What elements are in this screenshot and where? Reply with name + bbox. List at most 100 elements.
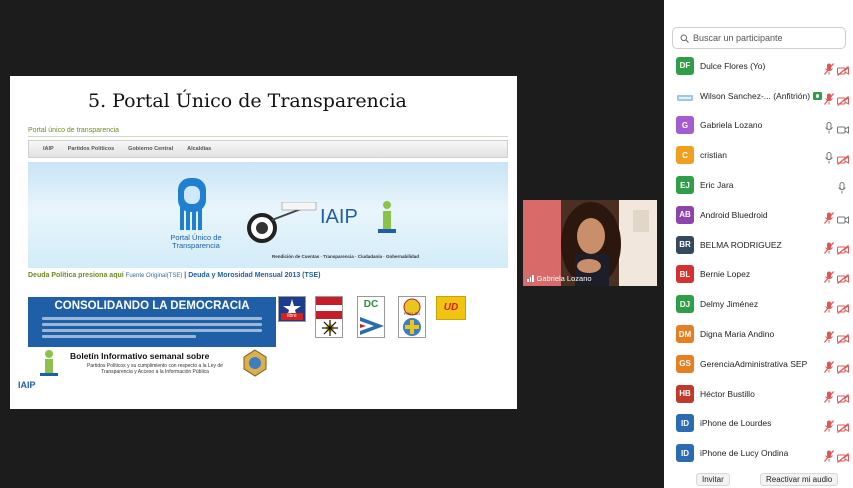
camera-off-icon[interactable] bbox=[837, 240, 849, 255]
participant-row[interactable]: Wilson Sanchez-... (Anfitrión) bbox=[664, 81, 853, 111]
participant-row[interactable]: BL Bernie Lopez bbox=[664, 260, 853, 290]
speaker-name-label: Gabriela Lozano bbox=[527, 274, 592, 283]
participant-avatar: GS bbox=[676, 354, 694, 373]
boletin-block: Boletín Informativo semanal sobre Partid… bbox=[28, 347, 276, 389]
participant-name: Delmy Jiménez bbox=[700, 299, 758, 309]
iaip-small-logo-icon bbox=[40, 350, 58, 376]
camera-off-icon[interactable] bbox=[837, 359, 849, 374]
camera-off-icon[interactable] bbox=[837, 61, 849, 76]
mic-muted-icon[interactable] bbox=[824, 60, 834, 75]
boletin-subtitle: Partidos Políticos y su cumplimiento con… bbox=[87, 363, 223, 375]
mic-muted-icon[interactable] bbox=[824, 388, 834, 403]
deuda-link[interactable]: Deuda Política presiona aquí bbox=[28, 272, 124, 279]
iaip-footer-logo: IAIP bbox=[18, 380, 36, 390]
banner-iaip-text: IAIP bbox=[320, 206, 358, 228]
participant-avatar: BL bbox=[676, 265, 694, 284]
party-logo-ud[interactable]: UD bbox=[436, 296, 466, 320]
participant-avatar: C bbox=[676, 146, 694, 165]
party-logo-liberal[interactable]: libre bbox=[278, 296, 306, 322]
participant-row[interactable]: AB Android Bluedroid bbox=[664, 200, 853, 230]
divider bbox=[28, 136, 508, 137]
participant-name-text: Wilson Sanchez-... (Anfitrión) bbox=[700, 90, 811, 101]
participant-row[interactable]: GS GerenciaAdministrativa SEP bbox=[664, 349, 853, 379]
consolidando-title: CONSOLIDANDO LA DEMOCRACIA bbox=[54, 300, 250, 312]
portal-logo-text: Portal Único de Transparencia bbox=[170, 233, 222, 250]
participant-row[interactable]: DF Dulce Flores (Yo) bbox=[664, 51, 853, 81]
speaker-video-tile[interactable]: Gabriela Lozano bbox=[523, 200, 657, 286]
camera-off-icon[interactable] bbox=[837, 150, 849, 166]
participant-avatar: EJ bbox=[676, 176, 694, 195]
mic-icon[interactable] bbox=[837, 179, 847, 194]
mic-icon[interactable] bbox=[824, 119, 834, 134]
mic-muted-icon[interactable] bbox=[824, 209, 834, 224]
participant-name-text: BELMA RODRIGUEZ bbox=[700, 239, 782, 250]
mic-muted-icon[interactable] bbox=[824, 239, 834, 254]
unmute-button[interactable]: Reactivar mi audio bbox=[760, 472, 839, 486]
party-label-libre: libre bbox=[281, 313, 303, 320]
participant-name-text: Bernie Lopez bbox=[700, 269, 751, 280]
participant-name: Wilson Sanchez-... (Anfitrión) bbox=[700, 90, 823, 101]
portal-logo-icon bbox=[178, 178, 206, 230]
morosidad-link[interactable]: | Deuda y Morosidad Mensual 2013 (TSE) bbox=[184, 272, 320, 279]
camera-off-icon[interactable] bbox=[837, 329, 849, 345]
search-input[interactable] bbox=[693, 33, 843, 43]
participant-avatar: AB bbox=[676, 205, 694, 224]
participant-search[interactable] bbox=[672, 27, 846, 49]
participant-row[interactable]: Ccristian bbox=[664, 140, 853, 170]
mic-muted-icon[interactable] bbox=[824, 90, 834, 105]
nav-item-alcaldias: Alcaldías bbox=[187, 146, 212, 152]
host-avatar-icon bbox=[677, 94, 693, 101]
flag-icon bbox=[360, 317, 384, 335]
consolidando-banner: CONSOLIDANDO LA DEMOCRACIA bbox=[28, 297, 276, 347]
participant-list: DF Dulce Flores (Yo) Wilson Sanchez-... (A… bbox=[664, 51, 853, 468]
website-navbar: IAIP Partidos Políticos Gobierno Central… bbox=[28, 140, 508, 158]
portal-label: Portal único de transparencia bbox=[28, 127, 120, 134]
participant-row[interactable]: ID iPhone de Lourdes bbox=[664, 409, 853, 439]
participant-name-text: iPhone de Lourdes bbox=[700, 418, 772, 429]
participant-name: Bernie Lopez bbox=[700, 269, 750, 279]
camera-icon[interactable] bbox=[837, 210, 849, 224]
deuda-links[interactable]: Deuda Política presiona aquí Fuente Orig… bbox=[28, 272, 320, 279]
mic-muted-icon[interactable] bbox=[824, 447, 834, 463]
participant-row[interactable]: BR BELMA RODRIGUEZ bbox=[664, 230, 853, 260]
participant-row[interactable]: G Gabriela Lozano bbox=[664, 111, 853, 141]
camera-icon[interactable] bbox=[837, 120, 849, 135]
person-icon bbox=[378, 201, 396, 233]
participant-row[interactable]: HB Héctor Bustillo bbox=[664, 379, 853, 409]
consolidando-text-lines bbox=[42, 317, 262, 341]
participant-avatar: ID bbox=[676, 444, 694, 463]
participant-avatar: HB bbox=[676, 384, 694, 403]
participant-avatar: DF bbox=[676, 56, 694, 75]
participant-avatar: ID bbox=[676, 414, 694, 433]
participant-avatar: DJ bbox=[676, 295, 694, 314]
camera-off-icon[interactable] bbox=[837, 269, 849, 285]
nav-item-partidos: Partidos Políticos bbox=[67, 146, 115, 152]
mic-muted-icon[interactable] bbox=[824, 328, 834, 343]
participant-row[interactable]: DJ Delmy Jiménez bbox=[664, 289, 853, 319]
camera-off-icon[interactable] bbox=[837, 389, 849, 404]
participant-name: Digna Maria Andino bbox=[700, 329, 774, 339]
mic-muted-icon[interactable] bbox=[824, 298, 834, 314]
mic-muted-icon[interactable] bbox=[824, 358, 834, 373]
participant-avatar: G bbox=[676, 116, 694, 135]
party-logo-pinu[interactable]: PINU-SD bbox=[398, 296, 426, 338]
camera-off-icon[interactable] bbox=[837, 299, 849, 315]
shared-slide: 5. Portal Único de Transparencia Portal … bbox=[10, 76, 517, 409]
party-logo-dc[interactable]: DC bbox=[357, 296, 385, 338]
mic-muted-icon[interactable] bbox=[824, 417, 834, 433]
record-badge-icon bbox=[813, 91, 823, 100]
search-icon bbox=[680, 34, 689, 43]
camera-off-icon[interactable] bbox=[837, 448, 849, 464]
participant-name-text: Gabriela Lozano bbox=[700, 120, 763, 131]
party-logo-nacional[interactable] bbox=[315, 296, 343, 338]
participant-row[interactable]: DM Digna Maria Andino bbox=[664, 319, 853, 349]
camera-off-icon[interactable] bbox=[837, 91, 849, 106]
mic-muted-icon[interactable] bbox=[824, 268, 834, 284]
fuente-link[interactable]: Fuente Original(TSE) bbox=[126, 273, 183, 279]
participant-row[interactable]: ID iPhone de Lucy Ondina bbox=[664, 438, 853, 468]
mic-icon[interactable] bbox=[824, 149, 834, 164]
participant-row[interactable]: EJ Eric Jara bbox=[664, 170, 853, 200]
invite-button[interactable]: Invitar bbox=[696, 472, 730, 486]
participant-name-text: Android Bluedroid bbox=[700, 209, 768, 220]
camera-off-icon[interactable] bbox=[837, 418, 849, 434]
